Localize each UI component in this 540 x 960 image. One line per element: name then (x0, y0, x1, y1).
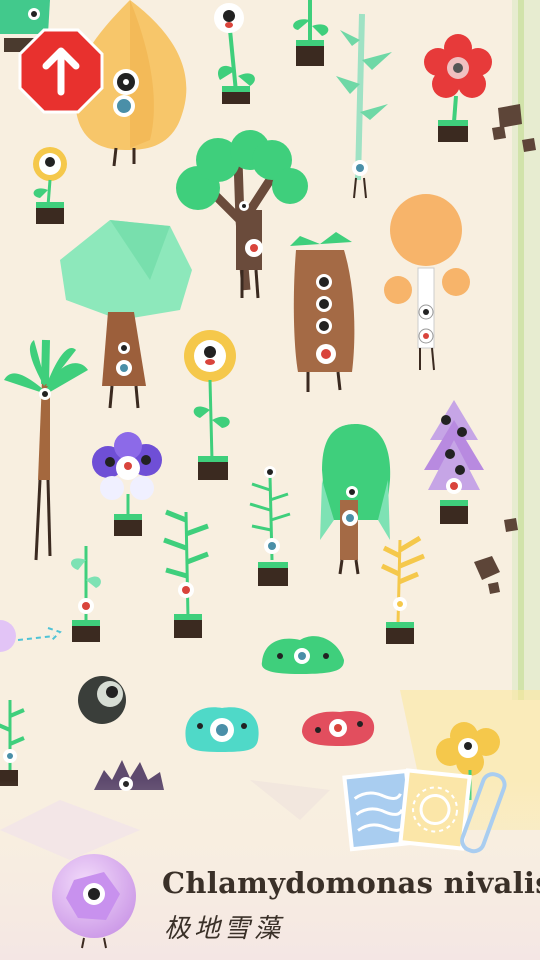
plant-sunflower[interactable] (184, 330, 236, 480)
plant-purple-leaf[interactable] (424, 400, 484, 524)
plant-purple-pansy[interactable] (92, 432, 162, 536)
creature-red-blob[interactable] (302, 710, 375, 746)
scroll-up-button[interactable] (18, 28, 104, 114)
purple-bubble-creature-icon[interactable] (44, 850, 144, 950)
plant-green-sprout[interactable] (293, 0, 329, 66)
plant-yellow-feather[interactable] (380, 535, 425, 644)
species-chinese-name: 极地雪藻 (164, 914, 285, 944)
plant-mint-tree[interactable] (60, 220, 192, 409)
creature-teal-blob[interactable] (185, 707, 259, 752)
plant-eye-flower[interactable] (214, 3, 255, 104)
creature-green-bush[interactable] (261, 636, 344, 674)
plant-bamboo[interactable] (336, 13, 392, 199)
plant-leaf-fern[interactable] (163, 509, 209, 638)
rock-chip (474, 556, 500, 580)
plant-sprout-small[interactable] (71, 546, 101, 642)
incoming-path-arrow (0, 620, 62, 652)
plant-small-sunflower[interactable] (33, 147, 67, 224)
plant-fern[interactable] (249, 466, 291, 586)
plant-red-flower[interactable] (424, 34, 492, 142)
creature-dark-orb[interactable] (78, 676, 126, 724)
plant-partial-left[interactable] (0, 700, 25, 786)
plant-baobab[interactable] (290, 232, 355, 392)
plant-green-willow[interactable] (320, 424, 391, 575)
plant-broccoli-tree[interactable] (176, 130, 308, 299)
plant-palm[interactable] (4, 339, 88, 561)
plant-orange-pom[interactable] (384, 194, 470, 371)
rock-chip (498, 104, 522, 128)
species-latin-name: Chlamydomonas nivalis (162, 866, 540, 900)
journal-cards-icon[interactable] (340, 760, 520, 870)
